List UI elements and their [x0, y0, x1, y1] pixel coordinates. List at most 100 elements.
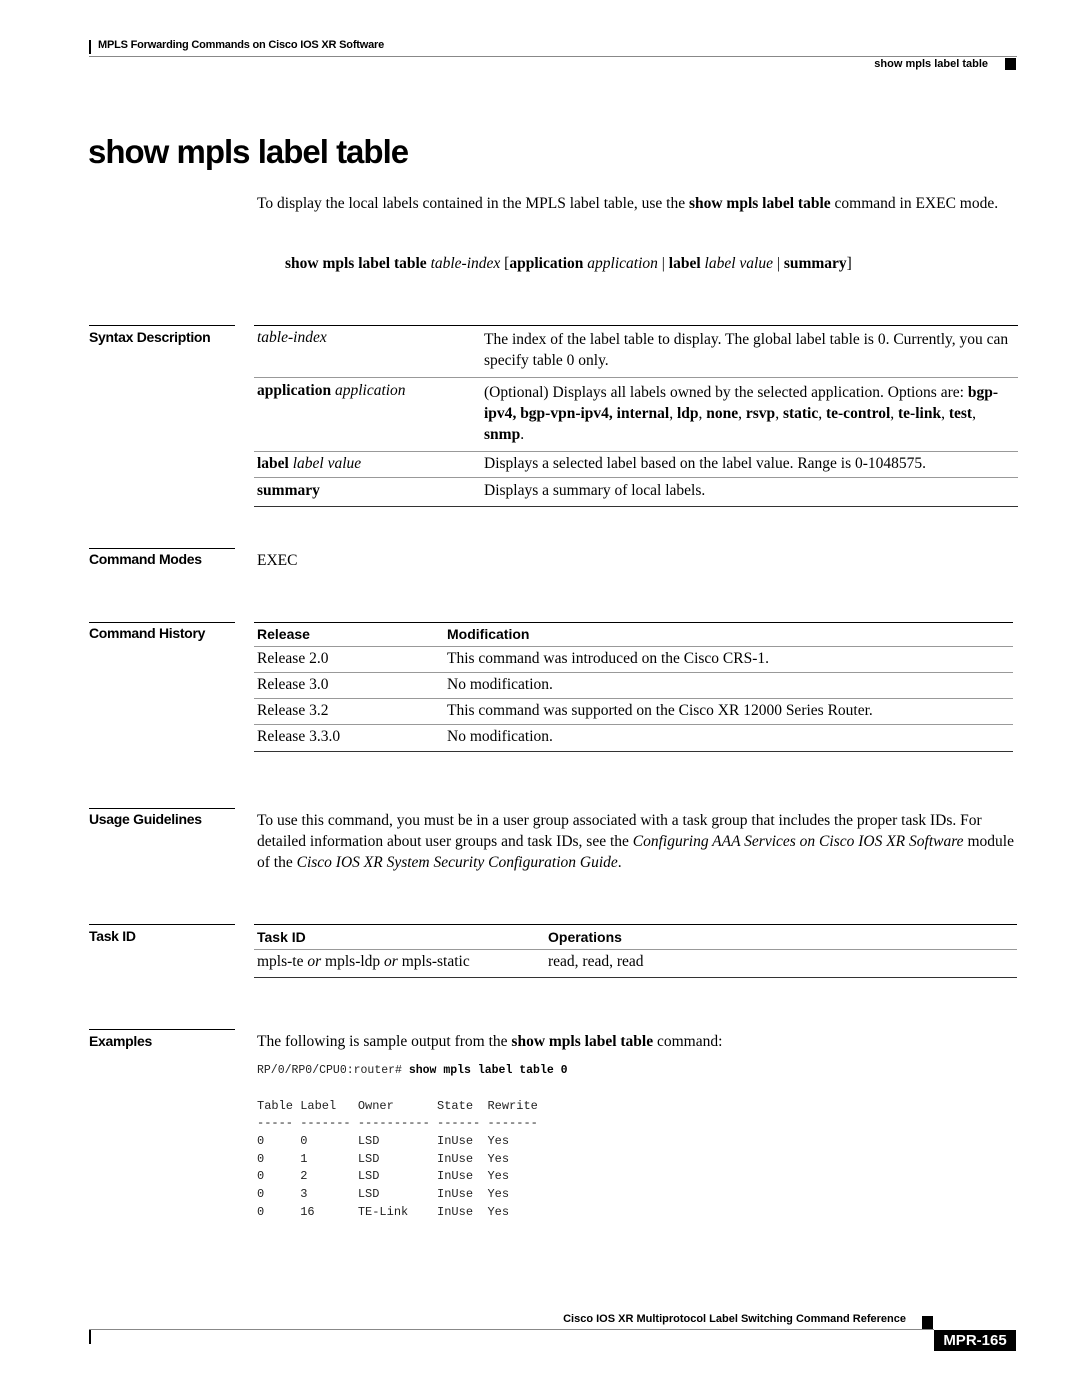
option: snmp: [484, 426, 521, 443]
examples-command: show mpls label table: [511, 1033, 654, 1050]
running-title: show mpls label table: [874, 58, 988, 70]
header-bar: [89, 40, 91, 54]
table-row: Release 3.2 This command was supported o…: [254, 698, 1013, 725]
syntax-separator: |: [772, 255, 784, 272]
examples-text: command:: [653, 1033, 723, 1050]
command-syntax: show mpls label table table-index [ appli…: [285, 253, 852, 274]
table-row: label label value Displays a selected la…: [254, 451, 1018, 478]
term-arg: application: [334, 382, 406, 399]
task-id: mpls-te: [257, 953, 304, 970]
output-row: 0 16 TE-Link InUse Yes: [257, 1205, 510, 1219]
column-header: Task ID: [257, 929, 306, 945]
syntax-command: show mpls label table: [285, 255, 427, 272]
footer-marker: [922, 1316, 933, 1329]
table-header-row: Task ID Operations: [254, 924, 1017, 950]
footer-rule: [89, 1329, 934, 1330]
cli-command: show mpls label table 0: [408, 1064, 568, 1077]
table-row: Release 2.0 This command was introduced …: [254, 646, 1013, 673]
syntax-desc: (Optional) Displays all labels owned by …: [484, 384, 998, 443]
option: bgp-vpn-ipv4: [520, 405, 609, 422]
output-row: 0 0 LSD InUse Yes: [257, 1134, 510, 1148]
section-label-usage-guidelines: Usage Guidelines: [89, 811, 202, 827]
release-cell: Release 2.0: [257, 650, 329, 667]
syntax-term: label label value: [254, 452, 481, 478]
footer-bar: [89, 1330, 91, 1344]
usage-guidelines-text: To use this command, you must be in a us…: [257, 810, 1017, 873]
page-title: show mpls label table: [88, 133, 409, 170]
release-cell: Release 3.0: [257, 676, 329, 693]
usage-text: .: [617, 854, 622, 871]
chapter-title: MPLS Forwarding Commands on Cisco IOS XR…: [98, 39, 385, 51]
syntax-bracket: [: [500, 255, 510, 272]
term-keyword: summary: [257, 482, 320, 499]
task-id-cell: mpls-te or mpls-ldp or mpls-static: [254, 950, 545, 978]
section-rule: [89, 924, 235, 925]
command-history-table: Release Modification Release 2.0 This co…: [254, 622, 1013, 752]
output-row: 0 1 LSD InUse Yes: [257, 1152, 510, 1166]
conjunction: or: [303, 953, 326, 970]
page-number: MPR-165: [934, 1330, 1016, 1351]
examples-intro: The following is sample output from the …: [257, 1031, 722, 1052]
option: te-link: [898, 405, 942, 422]
term-arg: table-index: [257, 329, 327, 346]
term-arg: label value: [292, 455, 362, 472]
section-rule: [89, 622, 235, 623]
book-title: Cisco IOS XR Multiprotocol Label Switchi…: [563, 1313, 906, 1325]
table-row: summary Displays a summary of local labe…: [254, 477, 1018, 507]
section-label-command-modes: Command Modes: [89, 551, 202, 567]
syntax-keyword: summary: [783, 255, 847, 272]
output-divider: ----- ------- ---------- ------ -------: [257, 1116, 538, 1130]
table-row: Release 3.0 No modification.: [254, 672, 1013, 699]
syntax-description-table: table-index The index of the label table…: [254, 325, 1018, 507]
section-label-task-id: Task ID: [89, 928, 136, 944]
option: test: [948, 405, 973, 422]
syntax-desc: Displays a selected label based on the l…: [484, 455, 927, 472]
section-rule: [89, 325, 235, 326]
table-row: mpls-te or mpls-ldp or mpls-static read,…: [254, 949, 1017, 978]
syntax-separator: |: [657, 255, 669, 272]
task-id: mpls-static: [401, 953, 470, 970]
syntax-bracket: ]: [846, 255, 852, 272]
syntax-keyword: label: [668, 255, 701, 272]
column-header: Release: [257, 626, 310, 642]
intro-text: To display the local labels contained in…: [257, 195, 689, 212]
header-marker: [1005, 58, 1016, 70]
release-cell: Release 3.2: [257, 702, 329, 719]
term-keyword: label: [257, 455, 289, 472]
task-id: mpls-ldp: [325, 953, 381, 970]
output-row: 0 3 LSD InUse Yes: [257, 1187, 510, 1201]
syntax-arg: label value: [704, 255, 773, 272]
command-mode-value: EXEC: [257, 552, 298, 569]
section-rule: [89, 808, 235, 809]
intro-text-end: command in EXEC mode.: [830, 195, 999, 212]
conjunction: or: [380, 953, 402, 970]
option: ldp: [676, 405, 699, 422]
table-row: Release 3.3.0 No modification.: [254, 724, 1013, 752]
modification-cell: No modification.: [447, 676, 553, 693]
modification-cell: No modification.: [447, 728, 553, 745]
syntax-desc: The index of the label table to display.…: [484, 331, 1009, 369]
output-row: 0 2 LSD InUse Yes: [257, 1169, 510, 1183]
intro-paragraph: To display the local labels contained in…: [257, 193, 1017, 214]
task-id-table: Task ID Operations mpls-te or mpls-ldp o…: [254, 924, 1017, 978]
syntax-arg: application: [587, 255, 658, 272]
term-keyword: application: [257, 382, 332, 399]
output-header: Table Label Owner State Rewrite: [257, 1099, 538, 1113]
syntax-arg: table-index: [430, 255, 501, 272]
section-label-syntax-description: Syntax Description: [89, 329, 211, 345]
column-header: Modification: [447, 626, 530, 642]
section-label-command-history: Command History: [89, 625, 206, 641]
section-rule: [89, 1029, 235, 1030]
section-label-examples: Examples: [89, 1033, 152, 1049]
option: internal: [616, 405, 670, 422]
cli-prompt: RP/0/RP0/CPU0:router#: [257, 1064, 409, 1077]
release-cell: Release 3.3.0: [257, 728, 341, 745]
table-header-row: Release Modification: [254, 622, 1013, 647]
desc-text: (Optional) Displays all labels owned by …: [484, 384, 968, 401]
column-header: Operations: [548, 929, 622, 945]
option: rsvp: [745, 405, 776, 422]
table-row: application application (Optional) Displ…: [254, 377, 1018, 452]
section-rule: [89, 548, 235, 549]
option: none: [706, 405, 739, 422]
syntax-desc: Displays a summary of local labels.: [484, 482, 706, 499]
